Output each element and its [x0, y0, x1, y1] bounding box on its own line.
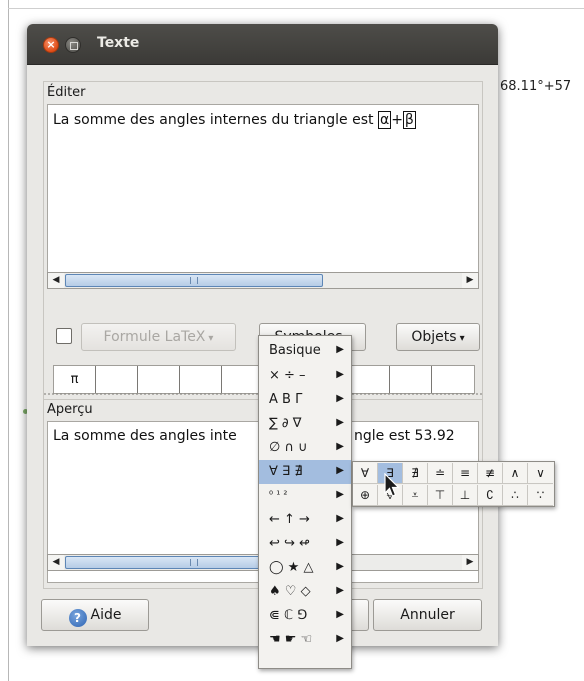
- submenu-arrow-icon: ▶: [336, 561, 344, 572]
- quick-symbol-cell[interactable]: π: [54, 366, 96, 393]
- background-expression: 68.11°+57: [500, 79, 572, 94]
- submenu-arrow-icon: ▶: [336, 633, 344, 644]
- quick-symbol-cell[interactable]: [96, 366, 138, 393]
- submenu-arrow-icon: ▶: [336, 489, 344, 500]
- submenu-arrow-icon: ▶: [336, 537, 344, 548]
- submenu-arrow-icon: ▶: [336, 513, 344, 524]
- submenu-arrow-icon: ▶: [336, 441, 344, 452]
- menu-item-shapes[interactable]: ◯ ★ △ ▶: [259, 556, 351, 580]
- preview-text-right: ngle est 53.92: [354, 428, 455, 444]
- preview-scroll-grip-icon: [190, 559, 198, 566]
- help-button[interactable]: ? Aide: [41, 599, 149, 631]
- logic-symbol-cell[interactable]: ∀: [353, 463, 378, 484]
- scroll-left-arrow-icon[interactable]: ◀: [48, 273, 64, 288]
- cancel-button[interactable]: Annuler: [373, 599, 482, 631]
- submenu-arrow-icon: ▶: [336, 609, 344, 620]
- logic-symbol-cell[interactable]: ∄: [403, 463, 428, 484]
- preview-section-label: Aperçu: [47, 402, 93, 417]
- logic-symbol-cell[interactable]: ≢: [478, 463, 503, 484]
- submenu-arrow-icon: ▶: [336, 465, 344, 476]
- latex-checkbox[interactable]: [56, 328, 72, 344]
- edit-horizontal-scrollbar[interactable]: ◀ ▶: [47, 272, 479, 289]
- submenu-arrow-icon: ▶: [336, 417, 344, 428]
- submenu-arrow-icon: ▶: [336, 369, 344, 380]
- help-label: Aide: [90, 607, 122, 623]
- quick-symbol-cell[interactable]: [432, 366, 474, 393]
- logic-symbol-cell[interactable]: ≐: [428, 463, 453, 484]
- menu-item-greek[interactable]: Α Β Γ ▶: [259, 388, 351, 412]
- scroll-grip-icon: [190, 277, 198, 284]
- symbols-menu: Basique ▶ × ÷ – ▶ Α Β Γ ▶ ∑ ∂ ∇ ▶ ∅ ∩ ∪ ▶ ∀ ∃…: [258, 335, 352, 669]
- submenu-arrow-icon: ▶: [336, 344, 344, 355]
- submenu-arrow-icon: ▶: [336, 585, 344, 596]
- menu-item-hook-arrows[interactable]: ↩ ↪ ↫ ▶: [259, 532, 351, 556]
- logic-symbols-submenu: ∀ ∃ ∄ ≐ ≡ ≢ ∧ ∨ ⊕ ⩝ ⩡ ⊤ ⊥ ∁ ∴ ∵: [352, 461, 555, 507]
- preview-scroll-right-arrow-icon[interactable]: ▶: [462, 555, 478, 570]
- menu-item-sets[interactable]: ∅ ∩ ∪ ▶: [259, 436, 351, 460]
- edit-text-line: La somme des angles internes du triangle…: [53, 111, 416, 129]
- plus-operator: +: [391, 112, 403, 128]
- menu-item-arrows[interactable]: ← ↑ → ▶: [259, 508, 351, 532]
- objects-chevron-down-icon: ▾: [459, 333, 465, 344]
- close-window-button[interactable]: ×: [43, 37, 59, 53]
- logic-symbol-cell[interactable]: ⩡: [403, 485, 428, 506]
- latex-chevron-down-icon: ▾: [208, 333, 214, 344]
- logic-symbol-cell[interactable]: ∴: [503, 485, 528, 506]
- menu-item-operators[interactable]: × ÷ – ▶: [259, 364, 351, 388]
- menu-item-card-suits[interactable]: ♠ ♡ ◇ ▶: [259, 580, 351, 604]
- menu-item-logic[interactable]: ∀ ∃ ∄ ▶: [259, 460, 351, 484]
- submenu-arrow-icon: ▶: [336, 393, 344, 404]
- edit-text-prefix: La somme des angles internes du triangle…: [53, 112, 374, 128]
- latex-formula-label: Formule LaTeX: [103, 329, 206, 345]
- menu-item-letterlike[interactable]: ⋐ ℂ ⅁ ▶: [259, 604, 351, 628]
- quick-symbol-cell[interactable]: [138, 366, 180, 393]
- menu-item-basic[interactable]: Basique ▶: [259, 339, 351, 363]
- edit-text-area[interactable]: La somme des angles internes du triangle…: [47, 104, 479, 285]
- title-bar: × Texte: [27, 24, 498, 65]
- preview-scroll-left-arrow-icon[interactable]: ◀: [48, 555, 64, 570]
- menu-item-pointing-hands[interactable]: ☚ ☛ ☜ ▶: [259, 628, 351, 652]
- edit-section-label: Éditer: [47, 85, 86, 100]
- menu-item-calculus[interactable]: ∑ ∂ ∇ ▶: [259, 412, 351, 436]
- help-icon: ?: [68, 609, 87, 627]
- logic-symbol-cell[interactable]: ∨: [528, 463, 553, 484]
- logic-symbol-cell[interactable]: ∵: [528, 485, 553, 506]
- logic-symbol-cell[interactable]: ⊕: [353, 485, 378, 506]
- logic-symbol-cell[interactable]: ⊥: [453, 485, 478, 506]
- logic-symbol-cell[interactable]: ∧: [503, 463, 528, 484]
- objects-dropdown-button[interactable]: Objets ▾: [396, 323, 480, 351]
- quick-symbol-cell[interactable]: [348, 366, 390, 393]
- objects-label: Objets: [411, 329, 457, 345]
- minimize-window-button[interactable]: [65, 37, 81, 53]
- logic-symbol-cell[interactable]: ⊤: [428, 485, 453, 506]
- alpha-token[interactable]: α: [377, 111, 392, 129]
- window-title: Texte: [97, 35, 140, 51]
- edit-scroll-thumb[interactable]: [65, 274, 323, 287]
- latex-formula-dropdown[interactable]: Formule LaTeX ▾: [81, 323, 236, 351]
- quick-symbol-cell[interactable]: [180, 366, 222, 393]
- logic-symbol-cell[interactable]: ∁: [478, 485, 503, 506]
- preview-text-left: La somme des angles inte: [53, 428, 237, 444]
- background-frame-edge: [8, 0, 9, 681]
- beta-token[interactable]: β: [402, 111, 416, 129]
- scroll-right-arrow-icon[interactable]: ▶: [462, 273, 478, 288]
- background-frame-top-edge: [8, 8, 584, 9]
- mouse-pointer-icon: [384, 473, 400, 497]
- menu-item-superscripts[interactable]: ⁰ ¹ ² ▶: [259, 484, 351, 508]
- logic-symbol-cell[interactable]: ≡: [453, 463, 478, 484]
- quick-symbol-cell[interactable]: [390, 366, 432, 393]
